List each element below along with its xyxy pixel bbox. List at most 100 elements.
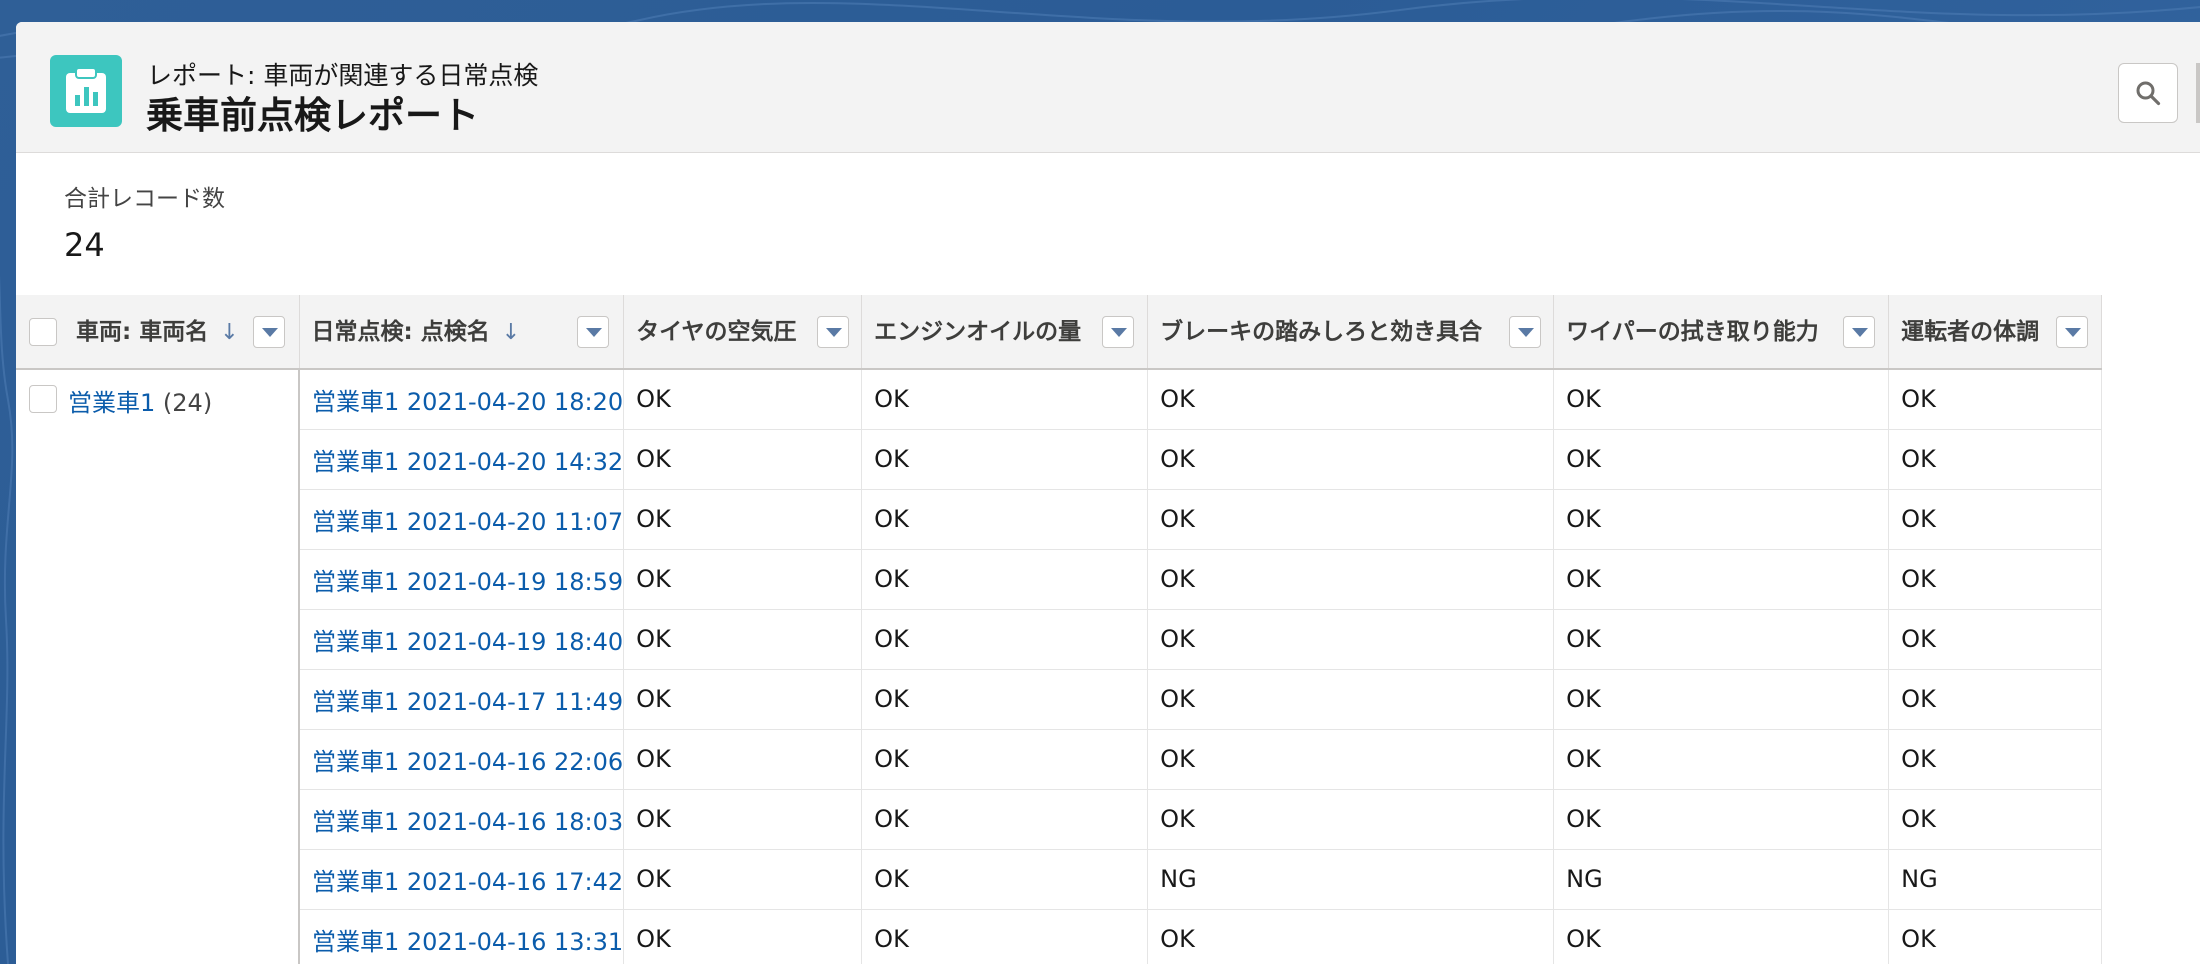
cell-engine-oil: OK [861, 429, 1149, 490]
cell-driver-condition: OK [1888, 369, 2103, 430]
cell-tire-pressure: OK [623, 549, 863, 610]
column-menu-button[interactable] [576, 316, 609, 348]
cell-wiper: OK [1553, 369, 1890, 430]
cell-tire-pressure: OK [623, 669, 863, 730]
cell-wiper: OK [1553, 909, 1890, 964]
cell-brake: OK [1147, 489, 1555, 550]
cell-driver-condition: OK [1888, 789, 2103, 850]
cell-engine-oil: OK [861, 369, 1149, 430]
cell-engine-oil: OK [861, 729, 1149, 790]
cell-driver-condition: OK [1888, 429, 2103, 490]
column-header-brake[interactable]: ブレーキの踏みしろと効き具合 [1147, 295, 1555, 370]
group-count: (24) [162, 389, 213, 417]
column-header-driver-condition[interactable]: 運転者の体調 [1888, 295, 2103, 370]
table-header-row: 車両: 車両名 ↓ 日常点検: 点検名 ↓ タイヤの空気圧 エンジンオイルの量 [16, 295, 2103, 370]
cell-brake: OK [1147, 909, 1555, 964]
total-records-label: 合計レコード数 [64, 186, 225, 212]
cell-brake: OK [1147, 429, 1555, 490]
vehicle-link[interactable]: 営業車1 [68, 389, 155, 417]
table-row: 営業車1 2021-04-19 18:59 OK OK OK OK OK [16, 549, 2103, 610]
report-card: レポート: 車両が関連する日常点検 乗車前点検レポート 合計レコード数 24 車… [16, 22, 2200, 964]
cell-engine-oil: OK [861, 549, 1149, 610]
column-label: 日常点検: 点検名 [311, 319, 490, 345]
table-row: 営業車1 2021-04-16 13:31 OK OK OK OK OK [16, 909, 2103, 964]
report-table: 車両: 車両名 ↓ 日常点検: 点検名 ↓ タイヤの空気圧 エンジンオイルの量 [16, 295, 2103, 964]
column-header-vehicle-name[interactable]: 車両: 車両名 ↓ [16, 295, 300, 370]
group-row-checkbox[interactable] [29, 385, 57, 413]
inspection-link[interactable]: 営業車1 2021-04-16 18:03 [299, 789, 625, 850]
cell-brake: OK [1147, 789, 1555, 850]
column-menu-button[interactable] [253, 316, 285, 348]
total-records-value: 24 [64, 226, 105, 264]
search-icon [2136, 81, 2161, 106]
cell-engine-oil: OK [861, 789, 1149, 850]
cell-wiper: OK [1553, 549, 1890, 610]
inspection-link[interactable]: 営業車1 2021-04-16 17:42 [299, 849, 625, 910]
cell-wiper: OK [1553, 789, 1890, 850]
inspection-link[interactable]: 営業車1 2021-04-19 18:59 [299, 549, 625, 610]
cell-driver-condition: OK [1888, 729, 2103, 790]
cell-engine-oil: OK [861, 609, 1149, 670]
group-cell-vehicle: 営業車1 (24) [16, 369, 300, 964]
column-label: 運転者の体調 [1901, 319, 2040, 345]
cell-tire-pressure: OK [623, 609, 863, 670]
column-menu-button[interactable] [1843, 316, 1876, 348]
cell-driver-condition: OK [1888, 549, 2103, 610]
column-header-inspection-name[interactable]: 日常点検: 点検名 ↓ [299, 295, 625, 370]
select-all-checkbox[interactable] [29, 318, 57, 346]
cell-wiper: NG [1553, 849, 1890, 910]
cell-tire-pressure: OK [623, 849, 863, 910]
inspection-link[interactable]: 営業車1 2021-04-20 14:32 [299, 429, 625, 490]
inspection-link[interactable]: 営業車1 2021-04-17 11:49 [299, 669, 625, 730]
cell-tire-pressure: OK [623, 489, 863, 550]
next-toolbar-button-edge[interactable] [2196, 63, 2200, 123]
table-row: 営業車1 (24) 営業車1 2021-04-20 18:20 OK OK OK… [16, 369, 2103, 964]
cell-driver-condition: OK [1888, 669, 2103, 730]
cell-brake: OK [1147, 669, 1555, 730]
table-row: 営業車1 2021-04-17 11:49 OK OK OK OK OK [16, 669, 2103, 730]
cell-brake: NG [1147, 849, 1555, 910]
sort-descending-icon[interactable]: ↓ [502, 320, 520, 345]
column-label: ワイパーの拭き取り能力 [1566, 319, 1819, 345]
column-label: ブレーキの踏みしろと効き具合 [1160, 319, 1483, 345]
cell-engine-oil: OK [861, 669, 1149, 730]
column-label: タイヤの空気圧 [636, 319, 797, 345]
column-menu-button[interactable] [1509, 316, 1542, 348]
cell-driver-condition: OK [1888, 489, 2103, 550]
inspection-link[interactable]: 営業車1 2021-04-19 18:40 [299, 609, 625, 670]
table-row: 営業車1 2021-04-16 18:03 OK OK OK OK OK [16, 789, 2103, 850]
column-menu-button[interactable] [1102, 316, 1135, 348]
cell-tire-pressure: OK [623, 369, 863, 430]
cell-engine-oil: OK [861, 849, 1149, 910]
cell-wiper: OK [1553, 669, 1890, 730]
table-row: 営業車1 2021-04-20 14:32 OK OK OK OK OK [16, 429, 2103, 490]
cell-engine-oil: OK [861, 909, 1149, 964]
cell-driver-condition: NG [1888, 849, 2103, 910]
cell-brake: OK [1147, 609, 1555, 670]
column-menu-button[interactable] [817, 316, 850, 348]
inspection-link[interactable]: 営業車1 2021-04-20 18:20 [299, 369, 625, 430]
table-row: 営業車1 2021-04-16 22:06 OK OK OK OK OK [16, 729, 2103, 790]
sort-descending-icon[interactable]: ↓ [220, 320, 238, 345]
cell-wiper: OK [1553, 429, 1890, 490]
column-header-tire-pressure[interactable]: タイヤの空気圧 [623, 295, 863, 370]
page-title: 乗車前点検レポート [146, 94, 479, 137]
column-header-engine-oil[interactable]: エンジンオイルの量 [861, 295, 1149, 370]
cell-brake: OK [1147, 549, 1555, 610]
table-row: 営業車1 2021-04-16 17:42 OK OK NG NG NG [16, 849, 2103, 910]
cell-wiper: OK [1553, 489, 1890, 550]
cell-driver-condition: OK [1888, 909, 2103, 964]
inspection-link[interactable]: 営業車1 2021-04-16 13:31 [299, 909, 625, 964]
search-button[interactable] [2118, 63, 2178, 123]
column-header-wiper[interactable]: ワイパーの拭き取り能力 [1553, 295, 1890, 370]
inspection-link[interactable]: 営業車1 2021-04-20 11:07 [299, 489, 625, 550]
cell-tire-pressure: OK [623, 729, 863, 790]
column-label: 車両: 車両名 [76, 319, 209, 345]
report-header: レポート: 車両が関連する日常点検 乗車前点検レポート [16, 22, 2200, 153]
cell-tire-pressure: OK [623, 909, 863, 964]
cell-tire-pressure: OK [623, 429, 863, 490]
inspection-link[interactable]: 営業車1 2021-04-16 22:06 [299, 729, 625, 790]
cell-wiper: OK [1553, 609, 1890, 670]
column-menu-button[interactable] [2056, 316, 2089, 348]
report-clipboard-icon [50, 55, 122, 127]
